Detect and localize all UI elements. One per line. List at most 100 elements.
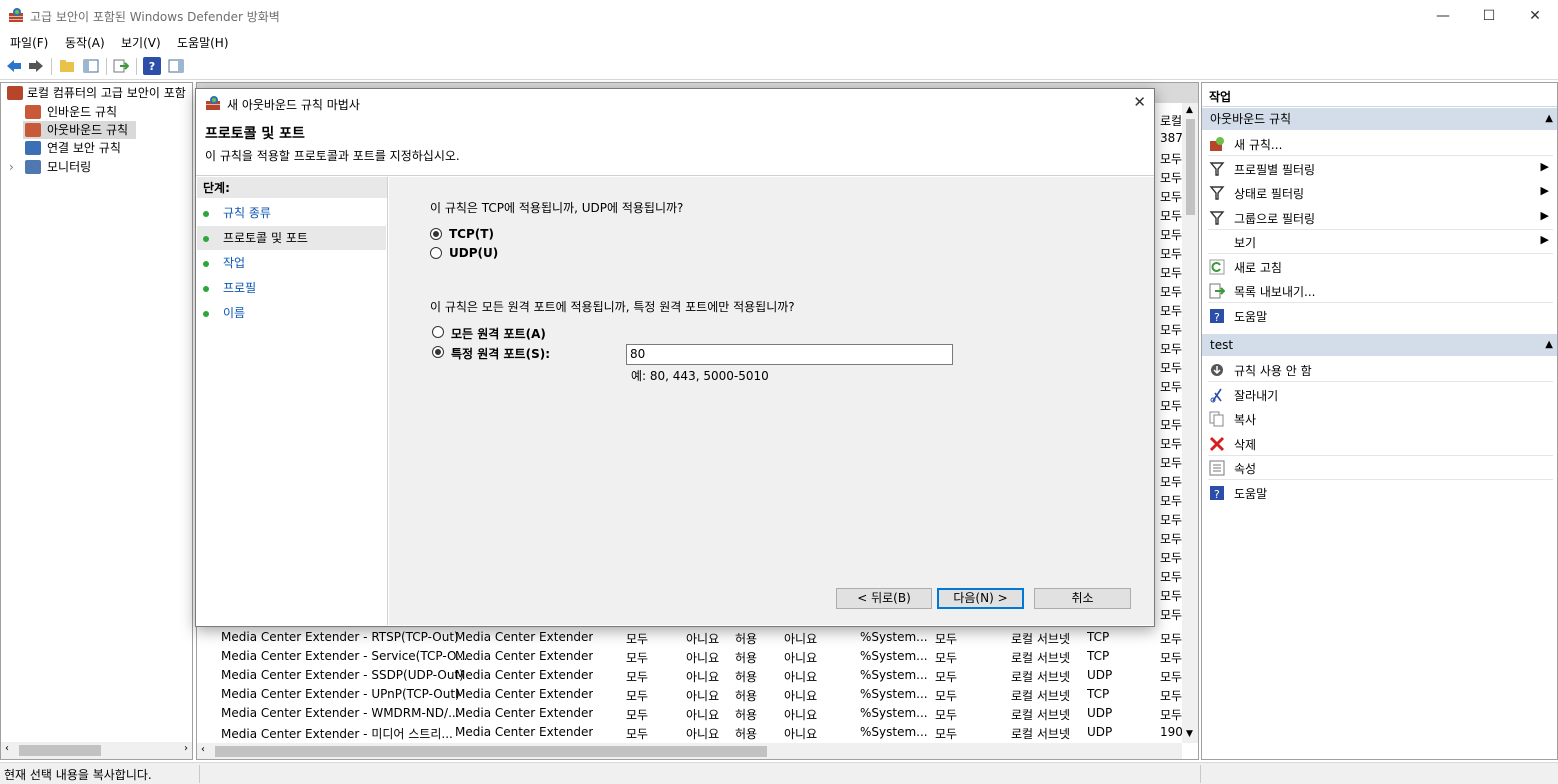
wizard-steps: 단계: 규칙 종류 프로토콜 및 포트 작업 프로필 이름 <box>197 177 388 625</box>
close-button[interactable]: ✕ <box>1512 0 1558 31</box>
svg-text:?: ? <box>1214 488 1220 501</box>
table-cell: Media Center Extender <box>455 725 594 739</box>
table-cell: 아니요 <box>784 670 818 684</box>
menu-action[interactable]: 동작(A) <box>65 34 105 51</box>
action-item[interactable]: 규칙 사용 안 함 <box>1202 358 1557 382</box>
port-input[interactable]: 80 <box>626 344 953 365</box>
action-item[interactable]: 새 규칙... <box>1202 132 1557 156</box>
action-item[interactable]: 상태로 필터링 ▶ <box>1202 181 1557 205</box>
radio-unselected-icon <box>432 326 444 338</box>
scroll-left-icon[interactable]: ‹ <box>201 744 205 755</box>
step-name[interactable]: 이름 <box>197 301 387 325</box>
expand-chevron-icon[interactable]: › <box>9 158 14 176</box>
list-vertical-scrollbar[interactable]: ▲ ▼ <box>1182 103 1198 743</box>
table-row[interactable]: Media Center Extender - 미디어 스트리... Media … <box>197 723 1182 742</box>
udp-radio[interactable]: UDP(U) <box>430 246 510 262</box>
step-protocol-port[interactable]: 프로토콜 및 포트 <box>197 226 386 250</box>
help-icon[interactable]: ? <box>143 57 161 75</box>
menu-help[interactable]: 도움말(H) <box>177 34 229 51</box>
action-item[interactable]: 속성 <box>1202 456 1557 480</box>
show-hide-tree-icon[interactable] <box>82 57 100 75</box>
table-cell: 모두 <box>1160 380 1182 394</box>
action-item[interactable]: 복사 <box>1202 407 1557 431</box>
monitoring-icon <box>25 160 41 174</box>
tree-root-label: 로컬 컴퓨터의 고급 보안이 포함 <box>27 86 186 100</box>
collapse-icon[interactable]: ▲ <box>1545 108 1553 130</box>
menu-view[interactable]: 보기(V) <box>121 34 161 51</box>
window-title: 고급 보안이 포함된 Windows Defender 방화벽 <box>30 10 280 24</box>
collapse-icon[interactable]: ▲ <box>1545 334 1553 356</box>
action-item[interactable]: 보기 ▶ <box>1202 230 1557 254</box>
table-row[interactable]: Media Center Extender - WMDRM-ND/... Medi… <box>197 704 1182 723</box>
scroll-left-icon[interactable]: ‹ <box>5 743 9 754</box>
table-row[interactable]: Media Center Extender - Service(TCP-O...… <box>197 647 1182 666</box>
next-button[interactable]: 다음(N) > <box>937 588 1024 609</box>
actions-section-test[interactable]: test ▲ <box>1202 334 1557 356</box>
action-label: 프로필별 필터링 <box>1234 162 1316 177</box>
step-rule-type[interactable]: 규칙 종류 <box>197 201 387 225</box>
actions-section-outbound[interactable]: 아웃바운드 규칙 ▲ <box>1202 108 1557 130</box>
dialog-close-button[interactable]: ✕ <box>1133 93 1146 111</box>
menu-file[interactable]: 파일(F) <box>10 34 48 51</box>
all-ports-radio[interactable]: 모든 원격 포트(A) <box>432 325 572 341</box>
action-item[interactable]: 그룹으로 필터링 ▶ <box>1202 206 1557 230</box>
maximize-button[interactable]: ☐ <box>1466 0 1512 31</box>
table-cell: 모두 <box>1160 171 1182 185</box>
tree-horizontal-scrollbar[interactable]: ‹ › <box>1 742 192 759</box>
action-item[interactable]: 새로 고침 <box>1202 255 1557 279</box>
filter-icon <box>1209 161 1225 177</box>
minimize-button[interactable]: — <box>1420 0 1466 31</box>
scroll-down-icon[interactable]: ▼ <box>1186 729 1193 739</box>
table-cell: Media Center Extender <box>455 668 594 682</box>
action-item[interactable]: 잘라내기 <box>1202 383 1557 407</box>
firewall-icon <box>8 7 24 23</box>
action-item[interactable]: ? 도움말 <box>1202 304 1557 328</box>
action-item[interactable]: 목록 내보내기... <box>1202 279 1557 303</box>
table-cell: 모두 <box>1160 304 1182 318</box>
outbound-rules-icon <box>25 123 41 137</box>
tcp-label: TCP(T) <box>449 227 494 241</box>
scroll-right-icon[interactable]: › <box>184 743 188 754</box>
table-cell: 모두 <box>1160 475 1182 489</box>
scroll-thumb[interactable] <box>1186 119 1195 215</box>
table-cell: Media Center Extender - WMDRM-ND/... <box>221 706 460 720</box>
step-profile[interactable]: 프로필 <box>197 276 387 300</box>
action-item[interactable]: ? 도움말 <box>1202 481 1557 505</box>
action-item[interactable]: 삭제 <box>1202 432 1557 456</box>
export-list-icon[interactable] <box>112 57 130 75</box>
back-arrow-icon[interactable] <box>5 57 23 75</box>
step-label: 이름 <box>223 306 246 320</box>
table-row[interactable]: Media Center Extender - UPnP(TCP-Out) Med… <box>197 685 1182 704</box>
step-action[interactable]: 작업 <box>197 251 387 275</box>
step-status-dot <box>203 311 209 317</box>
delete-icon <box>1209 436 1225 452</box>
tcp-radio[interactable]: TCP(T) <box>430 227 510 243</box>
table-cell: 모두 <box>1160 342 1182 356</box>
show-action-pane-icon[interactable] <box>167 57 185 75</box>
table-cell: 모두 <box>1160 266 1182 280</box>
forward-arrow-icon[interactable] <box>27 57 45 75</box>
scroll-thumb[interactable] <box>215 746 767 757</box>
cancel-button[interactable]: 취소 <box>1034 588 1131 609</box>
table-cell: Media Center Extender <box>455 706 594 720</box>
table-cell: 모두 <box>1160 209 1182 223</box>
new-rule-icon <box>1209 136 1225 152</box>
scroll-thumb[interactable] <box>19 745 101 756</box>
submenu-arrow-icon: ▶ <box>1540 159 1549 173</box>
table-row[interactable]: Media Center Extender - SSDP(UDP-Out) Med… <box>197 666 1182 685</box>
table-cell: 아니요 <box>784 708 818 722</box>
table-cell: 190 <box>1160 725 1182 739</box>
table-cell: 허용 <box>735 727 758 741</box>
scroll-up-icon[interactable]: ▲ <box>1186 105 1193 115</box>
action-item[interactable]: 프로필별 필터링 ▶ <box>1202 157 1557 181</box>
specific-ports-radio[interactable]: 특정 원격 포트(S): <box>432 345 572 361</box>
table-cell: 모두 <box>626 708 649 722</box>
list-horizontal-scrollbar[interactable]: ‹ <box>197 743 1182 759</box>
title-bar: 고급 보안이 포함된 Windows Defender 방화벽 — ☐ ✕ <box>0 0 1558 31</box>
table-row[interactable]: Media Center Extender - RTSP(TCP-Out) Med… <box>197 628 1182 647</box>
connection-security-icon <box>25 141 41 155</box>
tree-item-outbound[interactable]: 아웃바운드 규칙 <box>23 121 136 139</box>
folder-up-icon[interactable] <box>58 57 76 75</box>
back-button[interactable]: < 뒤로(B) <box>836 588 932 609</box>
disable-icon <box>1209 362 1225 378</box>
